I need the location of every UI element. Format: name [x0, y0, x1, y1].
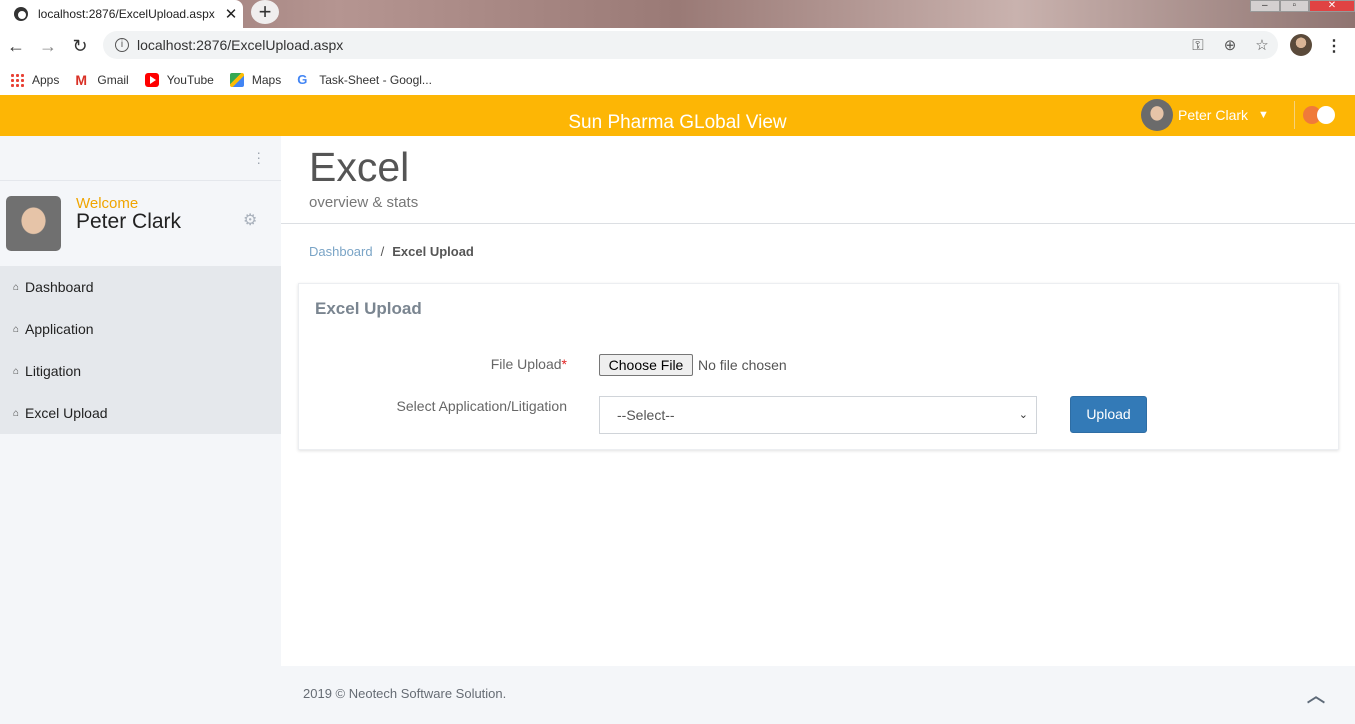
youtube-icon [144, 72, 159, 87]
sidebar-user-name: Peter Clark [76, 210, 182, 233]
upload-button[interactable]: Upload [1070, 396, 1147, 433]
gear-icon[interactable]: ⚙ [243, 210, 257, 230]
home-icon: ⌂ [13, 407, 20, 419]
home-icon: ⌂ [13, 281, 20, 293]
avatar [6, 196, 61, 251]
key-icon[interactable]: ⚿ [1182, 37, 1214, 54]
bookmark-label: Maps [251, 72, 282, 87]
main-content: Excel overview & stats Dashboard / Excel U… [281, 136, 1355, 666]
application-litigation-select[interactable]: --Select-- ⌄ [599, 396, 1037, 434]
select-value: --Select-- [617, 407, 675, 423]
address-bar[interactable]: i localhost:2876/ExcelUpload.aspx ⚿ ⊕ ☆ [103, 31, 1278, 59]
bookmarks-bar: Apps M Gmail YouTube Maps G Task-Sheet -… [0, 64, 1355, 95]
header-divider [1294, 101, 1295, 129]
browser-tab[interactable]: localhost:2876/ExcelUpload.aspx ✕ [0, 0, 243, 28]
tab-title: localhost:2876/ExcelUpload.aspx [38, 7, 215, 21]
bookmark-label: YouTube [166, 72, 214, 87]
bookmark-label: Task-Sheet - Googl... [319, 72, 432, 87]
google-icon: G [297, 71, 308, 87]
required-marker: * [561, 356, 567, 372]
bookmark-youtube[interactable]: YouTube [144, 72, 214, 87]
window-close-icon[interactable]: ✕ [1309, 0, 1355, 12]
breadcrumb-dashboard-link[interactable]: Dashboard [309, 244, 373, 259]
sidebar-item-label: Excel Upload [25, 405, 108, 421]
breadcrumb-current: Excel Upload [392, 244, 474, 259]
title-divider [281, 223, 1355, 224]
app-header: Sun Pharma GLobal View Peter Clark ▼ [0, 95, 1355, 136]
page-subtitle: overview & stats [309, 194, 419, 211]
zoom-icon[interactable]: ⊕ [1214, 36, 1246, 54]
bookmark-label: Apps [32, 72, 60, 87]
bookmark-maps[interactable]: Maps [229, 72, 282, 87]
panel-title: Excel Upload [315, 299, 422, 318]
scroll-to-top-icon[interactable]: ︿ [1307, 682, 1325, 708]
sidebar-item-label: Dashboard [25, 279, 94, 295]
sidebar-toggle-bar: · · · [0, 136, 281, 181]
back-arrow-icon[interactable]: ← [0, 36, 32, 57]
footer-copyright: 2019 © Neotech Software Solution. [303, 686, 507, 701]
breadcrumb: Dashboard / Excel Upload [309, 244, 474, 259]
sidebar-toggle-icon[interactable]: · · · [256, 145, 261, 169]
bookmark-label: Gmail [97, 72, 129, 87]
star-icon[interactable]: ☆ [1246, 36, 1278, 54]
sidebar: · · · Welcome Peter Clark ⚙ ⌂ Dashboard ⌂ … [0, 136, 281, 724]
sidebar-menu: ⌂ Dashboard ⌂ Application ⌂ Litigation ⌂… [0, 266, 281, 434]
browser-profile-avatar[interactable] [1290, 34, 1312, 56]
breadcrumb-separator: / [380, 244, 385, 259]
file-status-text: No file chosen [698, 357, 787, 373]
maps-icon [229, 72, 244, 87]
bookmark-task-sheet[interactable]: G Task-Sheet - Googl... [297, 71, 432, 87]
bookmark-apps[interactable]: Apps [10, 72, 60, 87]
forward-arrow-icon[interactable]: → [32, 36, 64, 57]
home-icon: ⌂ [13, 323, 20, 335]
sidebar-item-label: Application [25, 321, 94, 337]
minimize-icon[interactable]: – [1250, 0, 1280, 12]
new-tab-button[interactable]: + [251, 0, 279, 24]
sidebar-item-excel-upload[interactable]: ⌂ Excel Upload [0, 392, 281, 434]
excel-upload-panel: Excel Upload File Upload* Choose File No… [298, 283, 1339, 450]
address-url[interactable]: localhost:2876/ExcelUpload.aspx [137, 37, 1182, 53]
apps-grid-icon [10, 72, 24, 87]
user-menu[interactable]: Peter Clark ▼ [1141, 99, 1269, 131]
sidebar-item-litigation[interactable]: ⌂ Litigation [0, 350, 281, 392]
avatar [1141, 99, 1173, 131]
site-info-icon[interactable]: i [115, 38, 129, 52]
choose-file-button[interactable]: Choose File [599, 354, 693, 376]
home-icon: ⌂ [13, 365, 20, 377]
footer: 2019 © Neotech Software Solution. ︿ [281, 666, 1355, 724]
sidebar-item-label: Litigation [25, 363, 82, 379]
globe-icon [14, 7, 28, 21]
sidebar-item-application[interactable]: ⌂ Application [0, 308, 281, 350]
browser-menu-icon[interactable]: ⋮ [1326, 36, 1342, 56]
bookmark-gmail[interactable]: M Gmail [75, 73, 128, 87]
file-upload-label: File Upload* [490, 356, 567, 372]
gmail-icon: M [75, 71, 88, 88]
maximize-icon[interactable]: ▫ [1279, 0, 1309, 12]
logout-icon[interactable] [1303, 104, 1339, 124]
sidebar-item-dashboard[interactable]: ⌂ Dashboard [0, 266, 281, 308]
browser-toolbar: ← → ↻ i localhost:2876/ExcelUpload.aspx … [0, 28, 1355, 64]
browser-tab-strip: localhost:2876/ExcelUpload.aspx ✕ + – ▫ … [0, 0, 1355, 28]
chevron-down-icon: ⌄ [1018, 409, 1028, 421]
page-title: Excel [309, 144, 410, 190]
tab-close-icon[interactable]: ✕ [219, 5, 243, 23]
sidebar-profile: Welcome Peter Clark ⚙ [0, 181, 281, 266]
reload-icon[interactable]: ↻ [64, 36, 96, 57]
window-controls: – ▫ ✕ [1250, 0, 1355, 12]
chevron-down-icon: ▼ [1258, 109, 1269, 121]
header-user-name: Peter Clark [1178, 107, 1249, 123]
select-application-label: Select Application/Litigation [396, 398, 567, 414]
